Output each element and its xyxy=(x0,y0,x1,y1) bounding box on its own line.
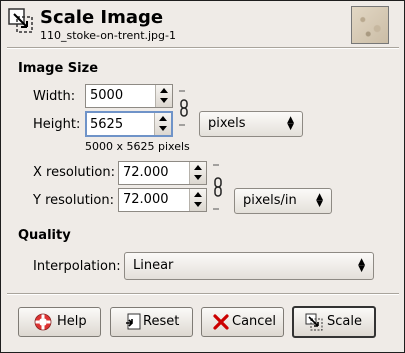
interpolation-value: Linear xyxy=(133,258,174,273)
button-separator xyxy=(7,293,399,295)
y-resolution-spinbutton[interactable]: 72.000 xyxy=(118,188,207,212)
help-label: Help xyxy=(57,314,87,329)
dialog-title: Scale Image xyxy=(40,7,164,28)
help-lifebuoy-icon xyxy=(34,313,52,331)
scale-image-dialog: Scale Image 110_stoke-on-trent.jpg-1 Ima… xyxy=(0,0,405,353)
x-resolution-spinbutton[interactable]: 72.000 xyxy=(118,161,207,185)
combo-arrows-icon: ▲ ▼ xyxy=(358,257,365,274)
chain-icon[interactable] xyxy=(177,87,191,129)
height-label: Height: xyxy=(33,117,81,132)
cancel-button[interactable]: Cancel xyxy=(201,307,284,337)
scale-button[interactable]: Scale xyxy=(292,306,376,338)
size-note: 5000 x 5625 pixels xyxy=(85,140,190,153)
y-resolution-value: 72.000 xyxy=(123,192,169,207)
height-value: 5625 xyxy=(90,117,124,132)
reset-button[interactable]: Reset xyxy=(110,307,193,337)
x-resolution-value: 72.000 xyxy=(123,165,169,180)
width-value: 5000 xyxy=(90,88,124,103)
cancel-label: Cancel xyxy=(232,314,277,329)
image-size-heading: Image Size xyxy=(18,61,99,76)
interpolation-combo[interactable]: Linear ▲ ▼ xyxy=(124,252,374,280)
reset-label: Reset xyxy=(143,314,180,329)
help-button[interactable]: Help xyxy=(18,307,101,337)
interpolation-label: Interpolation: xyxy=(33,259,121,274)
resolution-unit-combo[interactable]: pixels/in ▲ ▼ xyxy=(234,188,332,214)
combo-arrows-icon: ▲ ▼ xyxy=(316,192,323,209)
size-unit-combo[interactable]: pixels ▲ ▼ xyxy=(199,111,303,137)
scale-icon xyxy=(305,313,323,331)
image-thumbnail xyxy=(351,6,389,44)
width-spinbutton[interactable]: 5000 xyxy=(85,84,173,108)
height-spin-arrows[interactable] xyxy=(154,113,171,135)
height-spinbutton[interactable]: 5625 xyxy=(85,111,173,137)
width-spin-arrows[interactable] xyxy=(155,85,172,107)
size-unit-value: pixels xyxy=(208,116,246,131)
scale-label: Scale xyxy=(327,314,362,329)
header-separator xyxy=(7,47,399,49)
scale-image-icon xyxy=(8,8,33,33)
x-resolution-label: X resolution: xyxy=(33,165,115,180)
reset-icon xyxy=(126,313,141,330)
image-name: 110_stoke-on-trent.jpg-1 xyxy=(40,29,176,42)
resolution-unit-value: pixels/in xyxy=(243,193,297,208)
width-label: Width: xyxy=(33,89,76,104)
y-resolution-spin-arrows[interactable] xyxy=(189,189,206,211)
cancel-x-icon xyxy=(213,314,229,330)
resolution-chain-icon[interactable] xyxy=(211,163,225,211)
quality-heading: Quality xyxy=(18,228,71,243)
y-resolution-label: Y resolution: xyxy=(33,193,114,208)
combo-arrows-icon: ▲ ▼ xyxy=(287,115,294,132)
x-resolution-spin-arrows[interactable] xyxy=(189,162,206,184)
